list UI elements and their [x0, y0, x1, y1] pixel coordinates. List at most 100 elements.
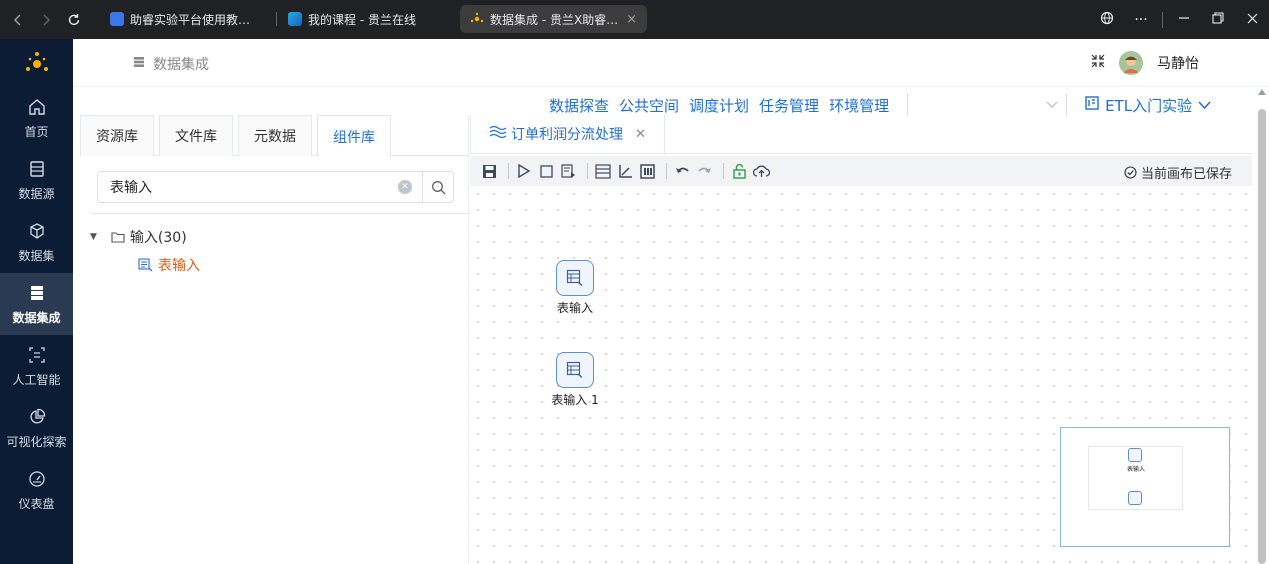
browser-tab-title: 助睿实验平台使用教…	[130, 12, 251, 27]
home-icon	[27, 97, 47, 117]
flow-node[interactable]: 表输入	[535, 260, 615, 316]
secondary-menu: 数据探查 公共空间 调度计划 任务管理 环境管理 ETL入门实验	[549, 94, 1211, 116]
back-icon[interactable]	[4, 6, 32, 34]
scroll-up-icon[interactable]	[1258, 89, 1266, 95]
menu-item-schedule[interactable]: 调度计划	[689, 95, 749, 116]
search-input[interactable]	[97, 171, 422, 203]
sidebar-item-label: 人工智能	[12, 372, 61, 387]
node-label: 表输入	[556, 301, 593, 315]
run-icon[interactable]	[515, 162, 533, 180]
gauge-icon	[27, 469, 47, 489]
sidebar-item-label: 数据集成	[12, 310, 61, 325]
menu-item-public-space[interactable]: 公共空间	[619, 95, 679, 116]
project-name: ETL入门实验	[1105, 96, 1193, 115]
minimap-node	[1128, 448, 1142, 462]
component-search: ✕	[97, 171, 454, 203]
table-input-icon[interactable]	[556, 260, 594, 296]
chevron-down-icon[interactable]	[1046, 98, 1058, 112]
page-scrollbar[interactable]	[1256, 87, 1269, 564]
app-logo[interactable]	[0, 39, 73, 87]
sidebar-item-label: 可视化探索	[6, 434, 67, 449]
minimize-icon[interactable]	[1167, 12, 1201, 28]
fullscreen-icon[interactable]	[1091, 54, 1105, 72]
browser-tab-data-integration[interactable]: 数据集成 - 贵兰X助睿… ×	[460, 5, 648, 33]
browser-tab-title: 我的课程 - 贵兰在线	[308, 12, 416, 27]
reload-icon[interactable]	[60, 6, 88, 34]
app-header: 数据集成 马静怡	[73, 39, 1269, 87]
sidebar-item-visual-explore[interactable]: 可视化探索	[0, 397, 73, 459]
properties-icon[interactable]	[594, 162, 612, 180]
tree-item-label: 表输入	[158, 258, 200, 274]
sidebar-item-ai[interactable]: 人工智能	[0, 335, 73, 397]
menu-item-env-manage[interactable]: 环境管理	[829, 95, 889, 116]
cube-icon	[27, 221, 47, 241]
sidebar-item-home[interactable]: 首页	[0, 87, 73, 149]
avatar[interactable]	[1119, 51, 1143, 75]
browser-chrome: 助睿实验平台使用教… 我的课程 - 贵兰在线 数据集成 - 贵兰X助睿… × ·…	[0, 0, 1269, 39]
globe-icon[interactable]	[1090, 11, 1124, 29]
unlock-icon[interactable]	[730, 162, 748, 180]
search-icon	[431, 180, 445, 194]
upload-cloud-icon[interactable]	[752, 162, 770, 180]
debug-icon[interactable]	[559, 162, 577, 180]
tab-file-library[interactable]: 文件库	[159, 115, 233, 156]
minimap[interactable]: 表输入	[1060, 427, 1230, 547]
scan-icon	[27, 345, 47, 365]
search-button[interactable]	[422, 171, 454, 203]
table-input-icon	[138, 258, 153, 272]
tree-item-table-input[interactable]: 表输入	[138, 255, 200, 275]
server-icon	[133, 56, 145, 72]
tab-resource-library[interactable]: 资源库	[80, 115, 154, 156]
flow-icon	[489, 125, 507, 143]
save-icon[interactable]	[480, 162, 498, 180]
pie-chart-icon	[27, 407, 47, 427]
flow-canvas[interactable]: 表输入 表输入 1 表输入	[470, 186, 1252, 564]
minimap-node	[1128, 491, 1142, 505]
tab-metadata[interactable]: 元数据	[238, 115, 312, 156]
redo-icon[interactable]	[695, 162, 713, 180]
flow-node[interactable]: 表输入 1	[535, 352, 615, 408]
align-icon[interactable]	[616, 162, 634, 180]
sidebar-item-dashboard[interactable]: 仪表盘	[0, 459, 73, 521]
node-label: 表输入 1	[551, 393, 599, 407]
breadcrumb: 数据集成	[133, 54, 209, 74]
stop-icon[interactable]	[537, 162, 555, 180]
browser-tab-course[interactable]: 我的课程 - 贵兰在线	[278, 5, 426, 33]
sidebar-item-data-integration[interactable]: 数据集成	[0, 273, 73, 335]
breadcrumb-label: 数据集成	[153, 57, 209, 73]
sidebar-item-dataset[interactable]: 数据集	[0, 211, 73, 273]
clear-icon[interactable]: ✕	[398, 180, 412, 194]
panel-tabs: 资源库 文件库 元数据 组件库	[80, 115, 469, 157]
restore-icon[interactable]	[1201, 11, 1235, 28]
username[interactable]: 马静怡	[1157, 53, 1199, 73]
database-icon	[27, 159, 47, 179]
folder-icon	[111, 231, 125, 243]
chevron-down-icon	[1198, 100, 1211, 110]
editor-tab[interactable]: 订单利润分流处理 ✕	[470, 115, 665, 153]
layout-icon[interactable]	[638, 162, 656, 180]
table-input-icon[interactable]	[556, 352, 594, 388]
more-icon[interactable]: ···	[1124, 12, 1158, 28]
doc-icon	[110, 12, 124, 26]
sidebar-item-datasource[interactable]: 数据源	[0, 149, 73, 211]
close-tab-icon[interactable]: ×	[626, 12, 637, 27]
sidebar-item-label: 数据集	[18, 248, 55, 263]
forward-icon[interactable]	[32, 6, 60, 34]
close-window-icon[interactable]	[1235, 12, 1269, 28]
close-icon[interactable]: ✕	[635, 127, 646, 142]
project-selector[interactable]: ETL入门实验	[1085, 95, 1211, 116]
menu-item-data-explore[interactable]: 数据探查	[549, 95, 609, 116]
undo-icon[interactable]	[673, 162, 691, 180]
minimap-node-label: 表输入	[1127, 466, 1146, 473]
browser-tab-tutorial[interactable]: 助睿实验平台使用教…	[100, 5, 260, 33]
menu-item-task-manage[interactable]: 任务管理	[759, 95, 819, 116]
flow-editor: 订单利润分流处理 ✕ 当前画布已保存 表输入 表输入 1 表输入	[470, 115, 1252, 564]
scroll-thumb[interactable]	[1258, 109, 1266, 564]
tab-component-library[interactable]: 组件库	[317, 115, 391, 157]
caret-down-icon[interactable]: ▼	[90, 232, 97, 242]
check-circle-icon	[1124, 166, 1137, 179]
app-logo-icon	[470, 12, 484, 26]
browser-tab-title: 数据集成 - 贵兰X助睿…	[490, 12, 619, 27]
sidebar-item-label: 首页	[24, 124, 49, 139]
tree-folder-input[interactable]: ▼ 输入(30)	[90, 227, 187, 247]
